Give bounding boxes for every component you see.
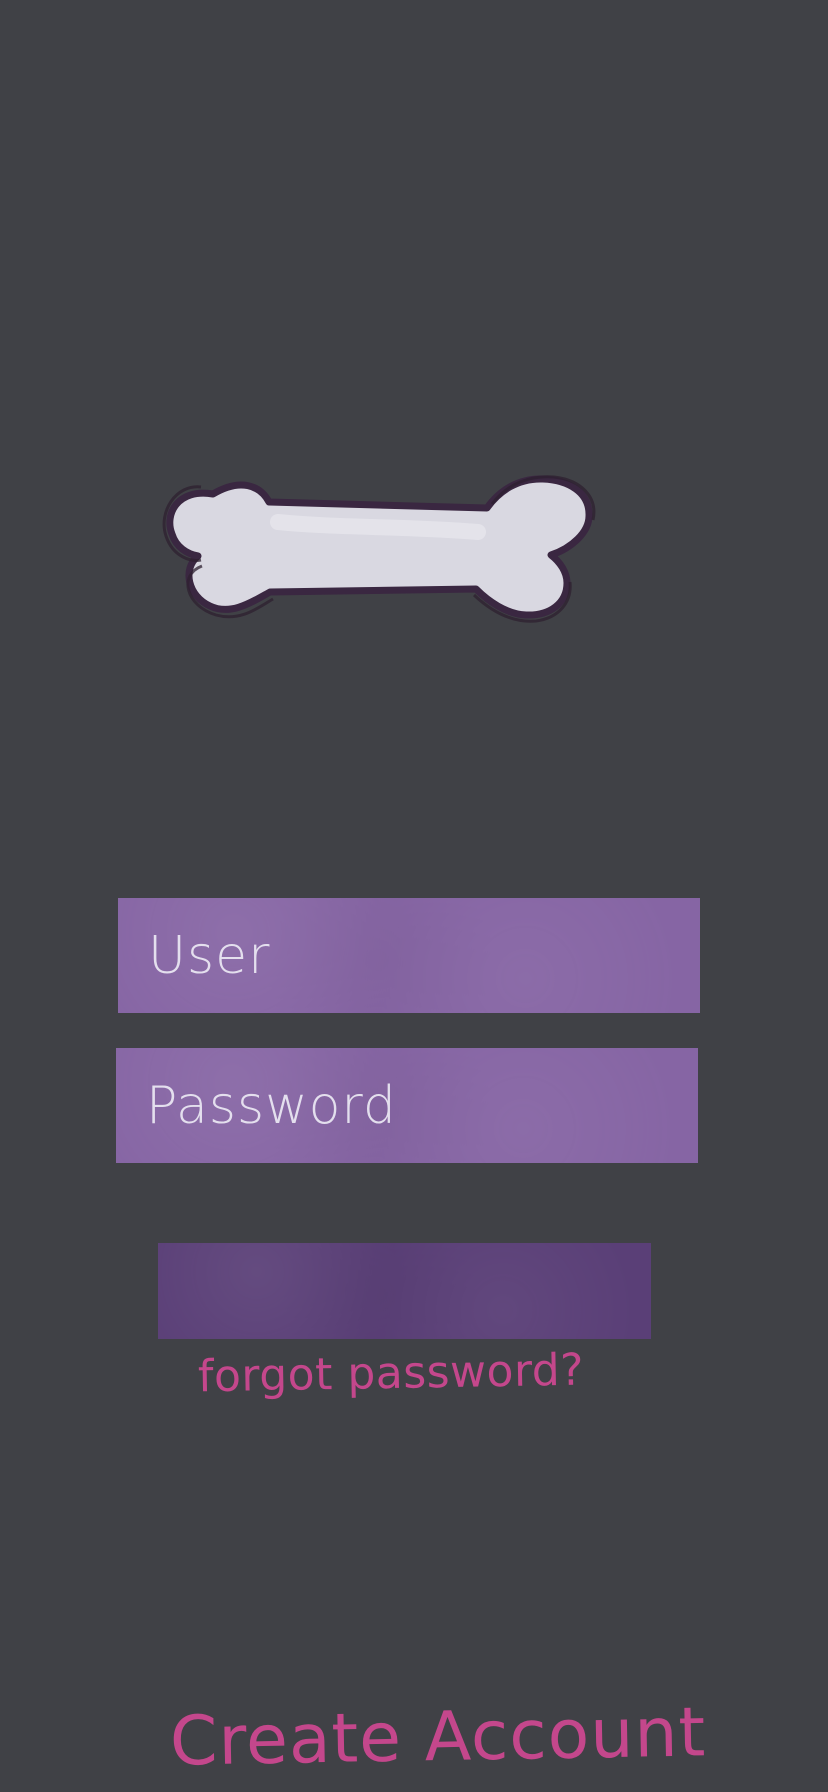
forgot-password-link[interactable]: forgot password? [198,1345,585,1403]
username-placeholder: User [148,925,271,986]
password-field[interactable]: Password [116,1048,698,1163]
login-button[interactable] [158,1243,651,1339]
password-placeholder: Password [146,1075,397,1136]
username-field[interactable]: User [118,898,700,1013]
bone-logo-icon [158,436,658,646]
create-account-link[interactable]: Create Account [169,1693,706,1781]
button-texture [158,1243,651,1339]
